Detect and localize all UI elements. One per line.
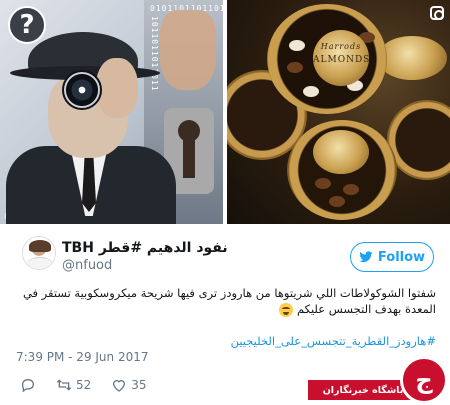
tweet-text: شفتوا الشوكولاطات اللي شريتوها من هارودز… (16, 285, 436, 317)
hand (96, 58, 138, 118)
tin-lid (313, 130, 369, 174)
retweet-count: 52 (76, 378, 92, 392)
almonds-label: ALMONDS (313, 54, 371, 65)
spy-photo[interactable]: 0101101101101101 1011011011011 010111011… (0, 0, 225, 224)
like-count: 35 (131, 378, 147, 392)
heart-icon (113, 380, 126, 392)
chocolate-photo[interactable]: Harrods ALMONDS (227, 0, 450, 224)
follow-button[interactable]: Follow (350, 242, 434, 272)
hashtag-link[interactable]: #هارودز_القطرية_تتجسس_على_الخليجيين (16, 334, 436, 348)
news-agency-watermark: باشگاه خبرنگاران ج (308, 356, 450, 405)
tweet-timestamp[interactable]: 7:39 PM - 29 Jun 2017 (16, 350, 149, 364)
like-button[interactable]: 35 (111, 377, 147, 393)
tweet-body: شفتوا الشوكولاطات اللي شريتوها من هارودز… (22, 286, 436, 316)
chocolate-almond (343, 184, 359, 195)
watermark-logo: ج (400, 356, 448, 404)
chocolate-almond (315, 178, 331, 189)
display-name[interactable]: TBH نفود الدهيم #قطر (62, 240, 228, 256)
binary-stream: 1011011011011 (150, 16, 159, 92)
reply-icon (22, 378, 35, 393)
harrods-brand: Harrods (320, 42, 362, 52)
tweet-actions: 52 35 (20, 376, 167, 394)
question-mark-icon: ? (8, 6, 46, 44)
retweet-button[interactable]: 52 (56, 377, 91, 393)
avatar[interactable] (22, 236, 56, 270)
user-handle[interactable]: @nfuod (62, 258, 112, 273)
twitter-bird-icon (359, 251, 373, 263)
chocolate-almond (303, 86, 319, 97)
follow-label: Follow (377, 249, 426, 265)
almonds-lid: Harrods ALMONDS (313, 30, 369, 86)
tin-lid (377, 36, 447, 80)
chocolate-almond (329, 196, 345, 207)
keyhole-slot (183, 138, 195, 178)
crying-laughing-emoji (279, 302, 294, 317)
chocolate-almond (287, 62, 303, 73)
retweet-icon (56, 379, 72, 391)
tweet-media[interactable]: 0101101101101101 1011011011011 010111011… (0, 0, 450, 224)
camera-lens (62, 70, 102, 110)
raised-hand (160, 10, 216, 90)
chocolate-almond (289, 40, 305, 51)
reply-button[interactable] (20, 377, 36, 393)
instagram-icon[interactable] (430, 6, 444, 20)
